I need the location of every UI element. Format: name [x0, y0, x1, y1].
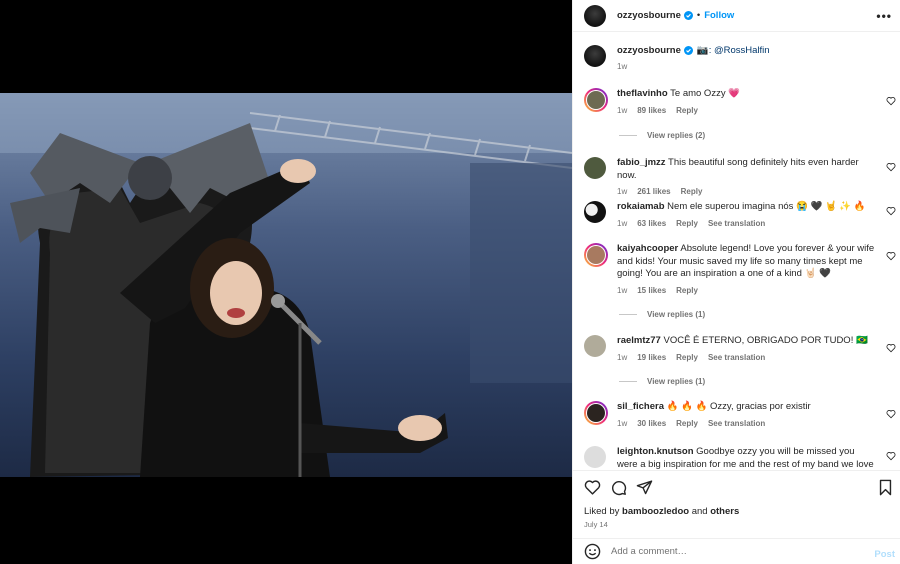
comment-username[interactable]: kaiyahcooper: [617, 243, 678, 254]
comments-list[interactable]: ozzyosbourne 📷 : @RossHalfin 1w theflavi…: [573, 33, 900, 469]
follow-button[interactable]: Follow: [704, 10, 734, 21]
comment-item: fabio_jmzz This beautiful song definitel…: [584, 157, 900, 199]
comment-text: VOCÊ É ETERNO, OBRIGADO POR TUDO! 🇧🇷: [663, 335, 868, 346]
caption: ozzyosbourne 📷 : @RossHalfin 1w: [573, 33, 900, 83]
comment-time: 1w: [617, 418, 628, 428]
reply-button[interactable]: Reply: [676, 105, 698, 118]
camera-emoji: 📷: [696, 45, 709, 56]
comment-text: 🔥 🔥 🔥 Ozzy, gracias por existir: [666, 401, 811, 412]
concert-photo-illustration: [0, 93, 572, 477]
comment-text: Nem ele superou imagina nós 😭 🖤 🤘 ✨ 🔥: [667, 201, 866, 212]
comment-likes[interactable]: 30 likes: [637, 418, 666, 431]
comment-item: theflavinho Te amo Ozzy 💗 1w 89 likes Repl…: [584, 88, 900, 117]
more-options-icon[interactable]: •••: [876, 9, 892, 23]
comment-likes[interactable]: 261 likes: [637, 186, 670, 199]
post-media[interactable]: [0, 0, 572, 564]
post-comment-button[interactable]: Post: [874, 549, 895, 560]
comment-username[interactable]: theflavinho: [617, 88, 668, 99]
header-separator: •: [696, 10, 701, 21]
liked-by-user[interactable]: bamboozledoo: [622, 506, 689, 517]
caption-time: 1w: [617, 62, 628, 71]
comment-item: rokaiamab Nem ele superou imagina nós 😭 …: [584, 201, 900, 230]
caption-avatar[interactable]: [584, 45, 606, 67]
comment-likes[interactable]: 89 likes: [637, 105, 666, 118]
comment-avatar[interactable]: [584, 243, 608, 267]
see-translation-button[interactable]: See translation: [708, 418, 765, 431]
verified-badge-icon: [683, 11, 693, 20]
comment-username[interactable]: leighton.knutson: [617, 446, 694, 457]
comment-icon[interactable]: [610, 479, 627, 496]
like-comment-icon[interactable]: [886, 96, 896, 106]
see-translation-button[interactable]: See translation: [708, 218, 765, 231]
liked-by-others[interactable]: others: [710, 506, 739, 517]
comment-username[interactable]: raelmtz77: [617, 335, 661, 346]
comment-time: 1w: [617, 187, 628, 196]
view-replies-button[interactable]: View replies (2): [619, 131, 705, 140]
comment-avatar[interactable]: [584, 335, 606, 357]
comment-avatar[interactable]: [584, 157, 606, 179]
post-actions-bar: [573, 470, 900, 500]
save-bookmark-icon[interactable]: [877, 479, 894, 496]
comment-likes[interactable]: 63 likes: [637, 218, 666, 231]
comment-avatar[interactable]: [584, 401, 608, 425]
post-photo: [0, 93, 572, 477]
view-replies-button[interactable]: View replies (1): [619, 377, 705, 386]
liked-by-text: Liked by bamboozledoo and others: [584, 506, 740, 517]
see-translation-button[interactable]: See translation: [708, 352, 765, 365]
comment-avatar[interactable]: [584, 88, 608, 112]
comment-username[interactable]: fabio_jmzz: [617, 157, 666, 168]
add-comment-bar: Post: [573, 538, 900, 564]
comment-item: leighton.knutson Goodbye ozzy you will b…: [584, 446, 900, 469]
like-comment-icon[interactable]: [886, 206, 896, 216]
comment-text: Te amo Ozzy 💗: [670, 88, 741, 99]
share-icon[interactable]: [636, 479, 653, 496]
post-date: July 14: [584, 520, 608, 529]
like-comment-icon[interactable]: [886, 451, 896, 461]
caption-credit[interactable]: : @RossHalfin: [709, 45, 770, 56]
like-comment-icon[interactable]: [886, 409, 896, 419]
comment-item: kaiyahcooper Absolute legend! Love you f…: [584, 243, 900, 297]
comment-item: raelmtz77 VOCÊ É ETERNO, OBRIGADO POR TU…: [584, 335, 900, 364]
comment-username[interactable]: sil_fichera: [617, 401, 664, 412]
comment-likes[interactable]: 15 likes: [637, 285, 666, 298]
comment-username[interactable]: rokaiamab: [617, 201, 665, 212]
reply-button[interactable]: Reply: [676, 418, 698, 431]
reply-button[interactable]: Reply: [676, 285, 698, 298]
author-avatar[interactable]: [584, 4, 606, 27]
like-comment-icon[interactable]: [886, 251, 896, 261]
emoji-icon[interactable]: [584, 543, 601, 560]
comment-likes[interactable]: 19 likes: [637, 352, 666, 365]
like-heart-icon[interactable]: [584, 479, 601, 496]
post-header: ozzyosbourne • Follow •••: [573, 0, 900, 32]
post-panel: ozzyosbourne • Follow ••• ozzyosbourne 📷…: [572, 0, 900, 564]
like-comment-icon[interactable]: [886, 343, 896, 353]
caption-username[interactable]: ozzyosbourne: [617, 45, 681, 56]
reply-button[interactable]: Reply: [676, 352, 698, 365]
comment-item: sil_fichera 🔥 🔥 🔥 Ozzy, gracias por exis…: [584, 401, 900, 430]
verified-badge-icon: [683, 46, 693, 55]
view-replies-button[interactable]: View replies (1): [619, 310, 705, 319]
comment-time: 1w: [617, 218, 628, 228]
author-username[interactable]: ozzyosbourne: [617, 10, 681, 21]
comment-time: 1w: [617, 352, 628, 362]
comment-time: 1w: [617, 105, 628, 115]
reply-button[interactable]: Reply: [676, 218, 698, 231]
add-comment-input[interactable]: [611, 546, 851, 557]
reply-button[interactable]: Reply: [681, 186, 703, 199]
comment-avatar[interactable]: [584, 201, 606, 223]
comment-avatar[interactable]: [584, 446, 606, 468]
like-comment-icon[interactable]: [886, 162, 896, 172]
comment-time: 1w: [617, 285, 628, 295]
